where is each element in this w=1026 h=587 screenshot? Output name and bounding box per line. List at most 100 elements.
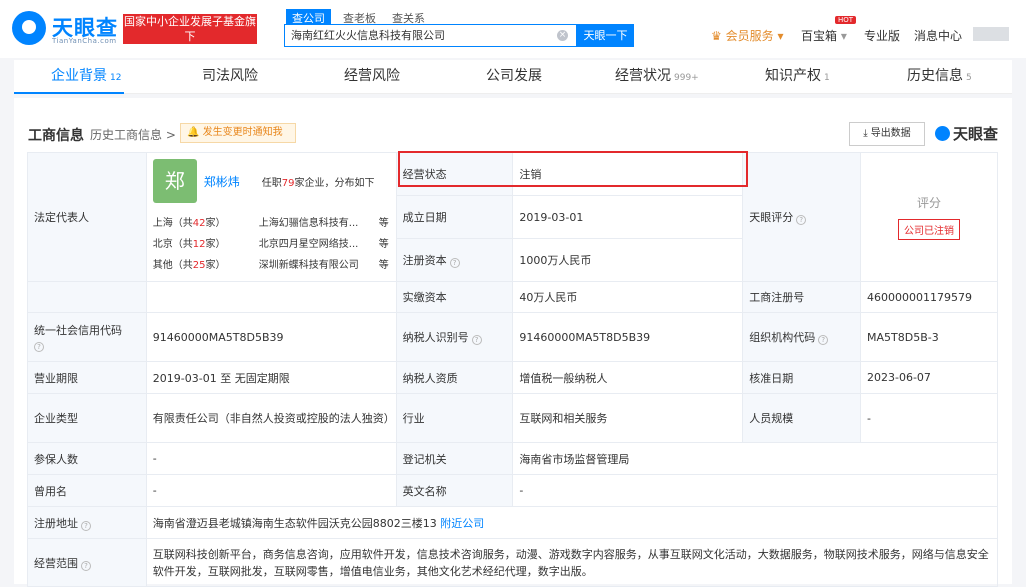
company: 深圳新蝶科技有限公司: [258, 260, 359, 271]
tab-count: 999+: [674, 73, 699, 83]
tab-count: 5: [966, 73, 972, 83]
etc: 等: [378, 239, 389, 250]
approve-date-value: 2023-06-07: [860, 361, 998, 394]
help-icon[interactable]: ?: [81, 520, 91, 531]
english-name-label: 英文名称: [395, 474, 514, 507]
nav-toolbox[interactable]: 百宝箱 ▾: [801, 27, 847, 44]
nav-vip-service[interactable]: ♛ 会员服务 ▾: [711, 27, 783, 44]
business-info-table: 法定代表人 郑 郑彬炜 任职79家企业，分布如下 上海（共42家） 上海幻骊信息科…: [27, 152, 999, 587]
nav-messages[interactable]: 消息中心: [914, 27, 962, 44]
unit: 家）: [205, 260, 226, 271]
tab-operation[interactable]: 经营状况 999+: [615, 60, 699, 94]
tax-id-label-cell: 纳税人识别号?: [395, 312, 514, 362]
status-badge: 公司已注销: [898, 219, 960, 240]
active-tab-indicator: [14, 92, 124, 94]
reg-capital-label: 注册资本: [402, 254, 447, 267]
tax-qual-value: 增值税一般纳税人: [512, 361, 744, 394]
insured-label: 参保人数: [27, 442, 147, 475]
tab-label: 知识产权: [765, 68, 821, 84]
org-code-value: MA5T8D5B-3: [860, 312, 998, 362]
scope-label: 经营范围: [34, 556, 78, 570]
authority-value: 海南省市场监督管理局: [512, 442, 998, 475]
tianyancha-logo[interactable]: 天眼查 TianYanCha.com: [12, 11, 124, 47]
nearby-companies-link[interactable]: 附近公司: [440, 517, 484, 530]
unit: 家）: [205, 218, 226, 229]
brand-logo: 天眼查: [935, 123, 998, 144]
brand-name: 天眼查: [953, 125, 999, 143]
unit: 家）: [205, 239, 226, 250]
eye-logo-icon: [935, 126, 950, 141]
count: 42: [192, 218, 206, 229]
tab-ip[interactable]: 知识产权 1: [765, 60, 830, 94]
eye-logo-icon: [12, 11, 46, 45]
export-label: 导出数据: [870, 128, 911, 139]
etc: 等: [378, 218, 389, 229]
approve-date-label: 核准日期: [742, 361, 861, 394]
paid-capital-label: 实缴资本: [395, 281, 514, 313]
legal-rep-cell: 郑 郑彬炜 任职79家企业，分布如下 上海（共42家） 上海幻骊信息科技有... 等…: [145, 152, 397, 282]
tab-label: 历史信息: [907, 68, 963, 84]
authority-label: 登记机关: [395, 442, 514, 475]
help-icon[interactable]: ?: [796, 215, 807, 225]
count: 12: [192, 239, 206, 250]
section-title: 工商信息: [28, 128, 84, 144]
tab-development[interactable]: 公司发展: [486, 60, 542, 94]
score-title: 评分: [916, 196, 941, 210]
former-name-label: 曾用名: [27, 474, 147, 507]
nav-toolbox-label: 百宝箱: [801, 29, 838, 43]
insured-value: -: [145, 442, 397, 475]
search-button[interactable]: 天眼一下: [577, 24, 634, 47]
avatar: 郑: [152, 159, 197, 203]
org-code-label: 组织机构代码: [749, 331, 816, 344]
badge-line-1: 国家中小企业发展子基金旗下: [124, 15, 256, 43]
term-value: 2019-03-01 至 无固定期限: [145, 361, 397, 394]
credit-code-value: 91460000MA5T8D5B39: [145, 312, 397, 362]
crown-icon: ♛: [711, 29, 722, 43]
org-code-label-cell: 组织机构代码?: [742, 312, 861, 362]
notify-button[interactable]: 🔔 发生变更时通知我: [180, 123, 296, 143]
legal-rep-role: 任职79家企业，分布如下: [262, 174, 375, 189]
staff-size-value: -: [860, 393, 998, 443]
chevron-down-icon: ▾: [840, 29, 847, 43]
role-post: 家企业，分布如下: [294, 178, 375, 189]
legal-rep-spacer: [27, 281, 147, 313]
city: 其他（共: [152, 260, 193, 271]
address-cell: 海南省澄迈县老城镇海南生态软件园沃克公园8802三楼13 附近公司: [145, 506, 999, 539]
role-pre: 任职: [261, 178, 282, 189]
score-label: 天眼评分: [749, 211, 794, 224]
paid-capital-value: 40万人民币: [512, 281, 744, 313]
legal-rep-name[interactable]: 郑彬炜: [204, 173, 240, 190]
tax-id-label: 纳税人识别号: [402, 331, 469, 344]
address-label: 注册地址: [34, 516, 78, 530]
history-info-link[interactable]: 历史工商信息 >: [90, 126, 176, 143]
search-input[interactable]: 海南红红火火信息科技有限公司 ×: [284, 24, 577, 47]
staff-size-label: 人员规模: [742, 393, 861, 443]
found-date-label: 成立日期: [395, 195, 514, 239]
tab-legal-risk[interactable]: 司法风险: [202, 60, 258, 94]
logo-sub: TianYanCha.com: [52, 37, 117, 45]
tab-history[interactable]: 历史信息 5: [907, 60, 972, 94]
tab-label: 司法风险: [202, 68, 258, 84]
category-tabs: 企业背景 12 司法风险 经营风险 公司发展 经营状况 999+ 知识产权 1 历史信…: [14, 60, 1012, 94]
etc: 等: [378, 260, 389, 271]
help-icon[interactable]: ?: [34, 342, 44, 352]
help-icon[interactable]: ?: [471, 335, 482, 345]
tab-background[interactable]: 企业背景 12: [51, 60, 121, 94]
former-name-value: -: [145, 474, 397, 507]
legal-rep-spacer: [145, 281, 397, 313]
scope-label-cell: 经营范围?: [27, 538, 147, 587]
export-button[interactable]: ⤓ 导出数据: [849, 122, 925, 146]
nav-pro[interactable]: 专业版: [864, 27, 900, 44]
tab-business-risk[interactable]: 经营风险: [344, 60, 400, 94]
company: 北京四月星空网络技...: [258, 239, 359, 250]
industry-value: 互联网和相关服务: [512, 393, 744, 443]
company: 上海幻骊信息科技有...: [258, 218, 359, 229]
chevron-down-icon: ▾: [777, 29, 784, 43]
status-highlight-box: [398, 151, 748, 187]
user-avatar[interactable]: [973, 27, 1009, 41]
tab-count: 1: [824, 73, 830, 83]
clear-icon[interactable]: ×: [557, 30, 568, 41]
help-icon[interactable]: ?: [81, 560, 91, 571]
help-icon[interactable]: ?: [818, 335, 829, 345]
help-icon[interactable]: ?: [449, 258, 460, 268]
